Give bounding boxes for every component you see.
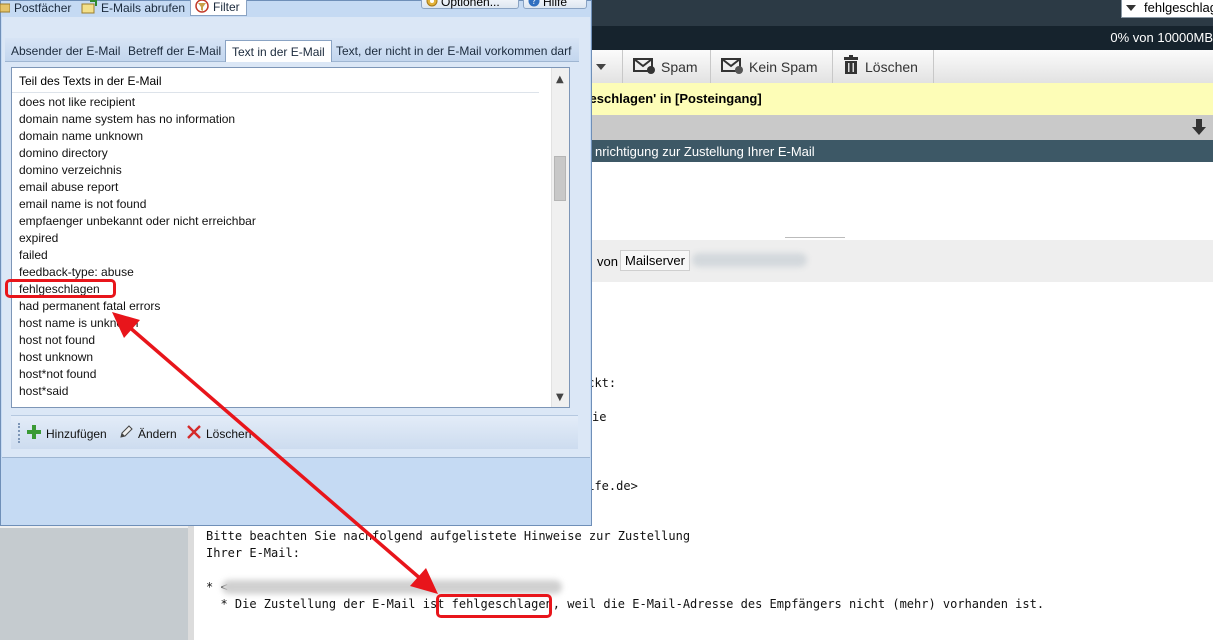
annotation-double-arrow (112, 312, 438, 594)
